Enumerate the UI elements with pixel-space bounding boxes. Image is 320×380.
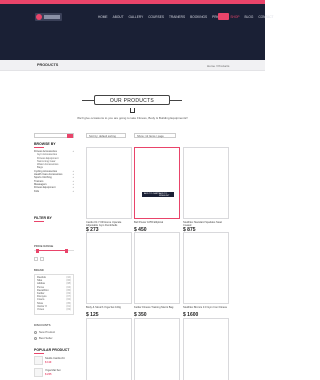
price-slider-fill (37, 250, 67, 251)
popular-price: $ 245 (45, 373, 52, 376)
popular-name[interactable]: Studio Cardio-Kit (45, 357, 65, 360)
main-nav: HOME ABOUT GALLERY COURSES TRAINERS BOOK… (98, 15, 273, 19)
product-actions: ADD TO CART ADD TO WISHLIST (142, 192, 174, 197)
brand-option[interactable]: Yonex (03) (35, 308, 73, 311)
nav-blog[interactable]: BLOG (244, 15, 253, 19)
price-max-handle[interactable] (65, 248, 68, 253)
browse-heading: BROWSE BY (34, 142, 56, 148)
category-item[interactable]: Kids + (34, 190, 74, 193)
nav-trainers[interactable]: TRAINERS (169, 15, 185, 19)
nav-courses[interactable]: COURSES (148, 15, 164, 19)
logo-mark (44, 15, 60, 19)
product-card[interactable]: ADD TO CART ADD TO WISHLIST (134, 147, 180, 219)
section-title: OUR PRODUCTS (109, 97, 155, 104)
brand-name: Yonex (37, 307, 45, 311)
product-card[interactable] (183, 318, 229, 380)
radio-icon (34, 330, 37, 334)
product-card[interactable] (183, 147, 229, 219)
product-name[interactable]: Bell Power 1055 Elliptical (134, 221, 180, 224)
brand-count: (03) (66, 307, 71, 311)
nav-home[interactable]: HOME (98, 15, 108, 19)
product-card[interactable] (183, 232, 229, 304)
per-page-select[interactable]: Show: 12 Items / page (134, 133, 176, 138)
product-card[interactable] (86, 318, 132, 380)
cart-button[interactable] (218, 13, 229, 20)
radio-icon (34, 336, 37, 340)
filter-heading: FILTER BY (34, 216, 52, 222)
product-name[interactable]: StudFlex Bronze 3.0 Gym Iron Fitness (183, 306, 229, 309)
product-name[interactable]: Kettler Fitness Training Mat & Bag (134, 306, 180, 309)
nav-gallery[interactable]: GALLERY (129, 15, 144, 19)
search-input[interactable] (34, 133, 74, 138)
popular-heading: POPULAR PRODUCT (34, 348, 70, 354)
add-to-cart-button[interactable]: ADD TO CART (144, 193, 159, 195)
sort-select[interactable]: Sort by: default sorting (86, 133, 126, 138)
shopping-bag-icon (130, 108, 135, 113)
search-button[interactable] (67, 134, 73, 138)
product-card[interactable] (86, 147, 132, 219)
nav-contact[interactable]: CONTACT (258, 15, 273, 19)
nav-bookings[interactable]: BOOKINGS (190, 15, 207, 19)
discount-option[interactable]: Best Seller (34, 336, 53, 340)
product-card[interactable] (86, 232, 132, 304)
brand-label: BRAND (34, 268, 44, 272)
section-tagline: We'll give occasions to you are going to… (77, 116, 188, 120)
price-label: PRICE RANGE (34, 244, 54, 248)
section-heading: OUR PRODUCTS (82, 95, 182, 107)
site-logo[interactable] (35, 13, 62, 21)
product-card[interactable] (134, 318, 180, 380)
price-max-box[interactable] (40, 257, 44, 261)
product-name[interactable]: Body & Stretch Yoga Set 100g (86, 306, 132, 309)
category-list: Fitness Accessories + Gym Accessories Fitne… (34, 150, 74, 193)
breadcrumb[interactable]: Home / Products (207, 64, 229, 68)
discount-option[interactable]: New Product (34, 330, 55, 334)
header: HOME ABOUT GALLERY COURSES TRAINERS BOOK… (0, 4, 273, 60)
price-min-handle[interactable] (36, 248, 39, 253)
expand-icon[interactable]: + (72, 190, 74, 193)
nav-about[interactable]: ABOUT (113, 15, 124, 19)
discounts-label: DISCOUNTS (34, 323, 51, 327)
page-title: PRODUCTS (37, 63, 59, 67)
popular-thumbnail[interactable] (34, 368, 43, 377)
divider (82, 100, 94, 101)
popular-price: $ 110 (45, 361, 52, 364)
logo-dot-icon (36, 14, 42, 20)
category-label: Kids (34, 189, 40, 193)
price-slider[interactable] (34, 248, 74, 253)
brand-list: Reebok (10) Nike (06) Adidas (08) Puma (04) Deca… (34, 274, 74, 315)
divider (170, 100, 182, 101)
popular-thumbnail[interactable] (34, 356, 43, 365)
add-to-wishlist-button[interactable]: ADD TO WISHLIST (159, 193, 174, 197)
price-min-box[interactable] (34, 257, 38, 261)
breadcrumb-bar: PRODUCTS Home / Products (0, 60, 265, 71)
popular-name[interactable]: Yoga Mat Set (45, 369, 60, 372)
nav-shop[interactable]: SHOP (230, 15, 239, 19)
product-card[interactable] (134, 232, 180, 304)
